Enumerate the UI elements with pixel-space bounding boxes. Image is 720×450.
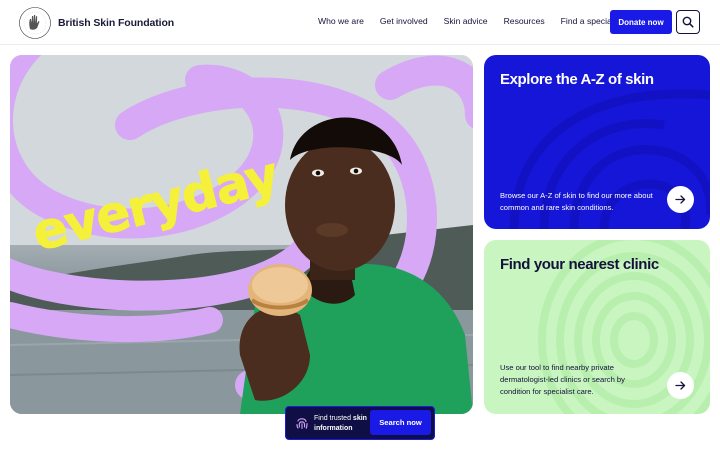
card-az-of-skin[interactable]: Explore the A-Z of skin Browse our A-Z o… [484,55,710,229]
card-nearest-clinic[interactable]: Find your nearest clinic Use our tool to… [484,240,710,414]
site-header: British Skin Foundation Who we are Get i… [0,0,720,44]
fingerprint-icon [296,418,308,430]
card-clinic-title: Find your nearest clinic [500,256,659,273]
card-clinic-arrow-button[interactable] [667,372,694,399]
find-skin-information-bar: Find trusted skin information Search now [285,406,435,440]
nav-get-involved[interactable]: Get involved [380,16,428,26]
find-text-line2: information [314,425,353,432]
arrow-right-icon [675,195,686,204]
nav-resources[interactable]: Resources [504,16,545,26]
donate-button[interactable]: Donate now [610,10,672,34]
page: British Skin Foundation Who we are Get i… [0,0,720,450]
search-icon [682,16,694,28]
brand-logo[interactable]: British Skin Foundation [18,6,174,40]
card-az-description: Browse our A-Z of skin to find our more … [500,191,653,212]
header-divider [0,44,720,45]
search-now-button[interactable]: Search now [370,410,431,435]
brand-name: British Skin Foundation [58,17,175,29]
find-text-prefix: Find trusted [314,415,353,422]
card-clinic-description: Use our tool to find nearby private derm… [500,363,625,396]
nav-who-we-are[interactable]: Who we are [318,16,364,26]
hand-logo-icon [19,7,51,39]
header-search-button[interactable] [676,10,700,34]
card-az-arrow-button[interactable] [667,186,694,213]
arrow-right-icon [675,381,686,390]
card-az-title: Explore the A-Z of skin [500,71,654,88]
main-nav: Who we are Get involved Skin advice Reso… [318,16,638,26]
hero-image: everyday [10,55,473,414]
nav-skin-advice[interactable]: Skin advice [444,16,488,26]
find-skin-information-text: Find trusted skin information [314,414,374,434]
find-text-bold: skin [352,415,367,422]
